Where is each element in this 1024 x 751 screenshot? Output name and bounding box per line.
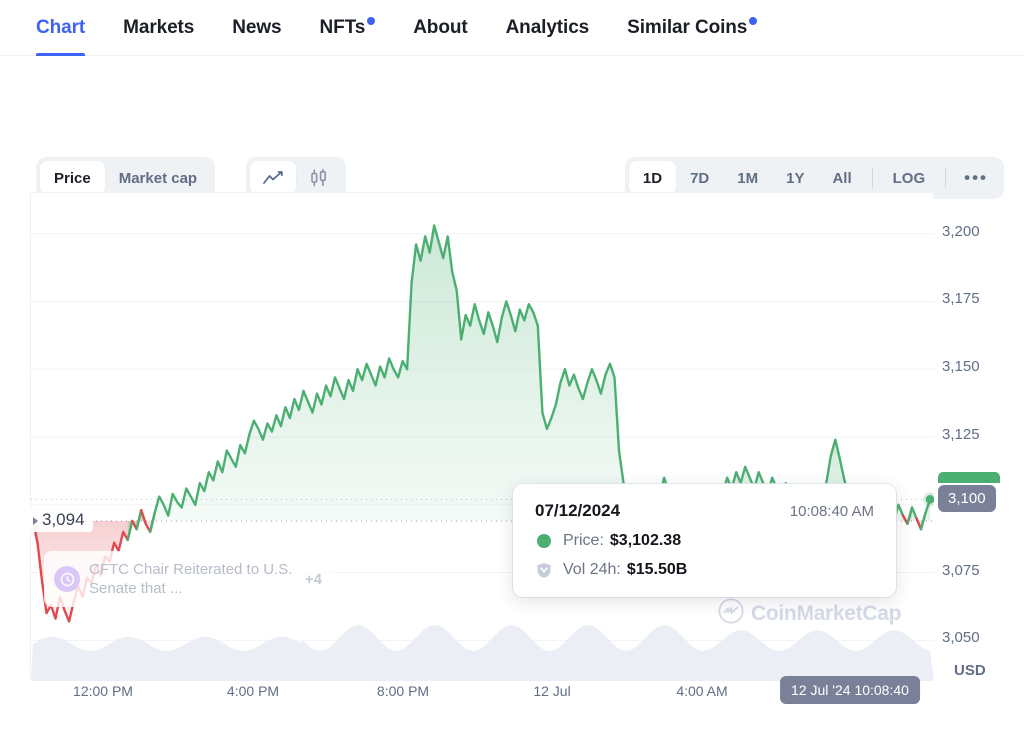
tab-about[interactable]: About <box>413 0 467 56</box>
metric-option-market-cap[interactable]: Market cap <box>105 161 211 195</box>
flag-arrow-icon <box>33 517 38 526</box>
coin-chart-page: Chart Markets News NFTs About Analytics … <box>0 0 1024 751</box>
y-axis-tick: 3,125 <box>942 426 980 443</box>
range-option-all-label: All <box>832 169 852 187</box>
toolbar-divider <box>871 168 873 188</box>
news-annotation-text: CFTC Chair Reiterated to U.S. Senate tha… <box>89 561 293 597</box>
y-axis-tick: 3,075 <box>942 561 980 579</box>
tooltip-date: 07/12/2024 <box>535 501 621 520</box>
tab-nfts-label: NFTs <box>319 17 366 38</box>
current-price-badge: 3,100 <box>938 485 996 513</box>
tooltip-volume-label: Vol 24h: <box>563 561 621 578</box>
tab-similar-coins[interactable]: Similar Coins <box>627 0 758 56</box>
tab-news-label: News <box>232 17 282 38</box>
metric-option-price[interactable]: Price <box>40 161 105 195</box>
chart-controls: Price Market cap 1D 7D 1M 1Y All LOG ••• <box>0 56 1024 199</box>
new-badge-dot-icon <box>367 17 376 25</box>
open-price-value: 3,094 <box>42 510 85 530</box>
cursor-time-badge: 12 Jul '24 10:08:40 <box>780 676 920 704</box>
range-option-1d[interactable]: 1D <box>628 161 677 195</box>
range-option-7d-label: 7D <box>690 169 710 187</box>
tab-news[interactable]: News <box>232 0 281 56</box>
x-axis-tick: 8:00 PM <box>376 683 430 699</box>
more-options-label: ••• <box>964 168 988 187</box>
tooltip-price-value: $3,102.38 <box>609 532 682 549</box>
news-annotation-card[interactable]: CFTC Chair Reiterated to U.S. Senate tha… <box>44 551 332 607</box>
y-axis-tick: 3,175 <box>942 290 980 308</box>
range-option-all[interactable]: All <box>818 161 865 195</box>
tooltip-header: 07/12/2024 10:08:40 AM <box>535 501 874 521</box>
range-option-1m[interactable]: 1M <box>723 161 772 195</box>
x-axis-tick: 4:00 AM <box>676 683 728 699</box>
tab-markets[interactable]: Markets <box>123 0 194 56</box>
y-axis-tick: 3,150 <box>942 358 980 376</box>
y-axis-tick: 3,200 <box>942 222 980 240</box>
metric-option-price-label: Price <box>54 169 91 187</box>
y-axis: 3,200 3,175 3,150 3,125 3,100 3,075 3,05… <box>936 192 1024 680</box>
x-axis-tick: 4:00 PM <box>226 683 280 699</box>
tooltip-row-price: Price: $3,102.38 <box>535 532 874 550</box>
tooltip-time: 10:08:40 AM <box>789 503 874 520</box>
tooltip-volume-value: $15.50B <box>626 561 688 578</box>
tab-analytics-label: Analytics <box>505 17 590 38</box>
candlestick-chart-icon[interactable] <box>296 161 342 195</box>
metric-option-market-cap-label: Market cap <box>118 169 198 187</box>
tab-chart[interactable]: Chart <box>36 0 85 56</box>
open-price-flag: 3,094 <box>30 508 93 533</box>
range-option-1m-label: 1M <box>737 169 759 187</box>
tab-chart-label: Chart <box>36 17 86 38</box>
log-scale-button[interactable]: LOG <box>879 161 940 195</box>
tooltip-row-volume: Vol 24h: $15.50B <box>535 561 874 579</box>
y-axis-tick: 3,050 <box>942 629 980 647</box>
new-badge-dot-icon <box>749 17 758 25</box>
x-axis-tick: 12:00 PM <box>73 683 133 699</box>
range-option-1d-label: 1D <box>642 169 663 187</box>
x-axis-tick: 12 Jul <box>533 683 571 699</box>
price-dot-icon <box>535 532 553 550</box>
log-scale-label: LOG <box>892 169 926 187</box>
tooltip-price-label: Price: <box>563 532 604 549</box>
tab-about-label: About <box>413 17 468 38</box>
line-chart-icon[interactable] <box>250 161 296 195</box>
tab-analytics[interactable]: Analytics <box>506 0 590 56</box>
range-option-1y[interactable]: 1Y <box>772 161 818 195</box>
price-chart-svg <box>31 224 934 681</box>
tab-similar-coins-label: Similar Coins <box>627 17 748 38</box>
range-option-1y-label: 1Y <box>786 169 805 187</box>
y-axis-unit-label: USD <box>954 662 986 679</box>
current-price-cap <box>938 472 1000 484</box>
clock-icon <box>54 566 80 592</box>
section-tabs: Chart Markets News NFTs About Analytics … <box>0 0 1024 56</box>
range-option-7d[interactable]: 7D <box>676 161 723 195</box>
news-annotation-more-count: +4 <box>304 570 322 588</box>
tab-nfts[interactable]: NFTs <box>319 0 376 56</box>
x-axis: 12:00 PM 4:00 PM 8:00 PM 12 Jul 4:00 AM … <box>0 676 1024 730</box>
volume-shield-icon <box>535 561 553 579</box>
more-options-icon[interactable]: ••• <box>952 161 1000 195</box>
toolbar-divider <box>945 168 947 188</box>
chart-tooltip: 07/12/2024 10:08:40 AM Price: $3,102.38 … <box>513 484 896 597</box>
tab-markets-label: Markets <box>123 17 195 38</box>
